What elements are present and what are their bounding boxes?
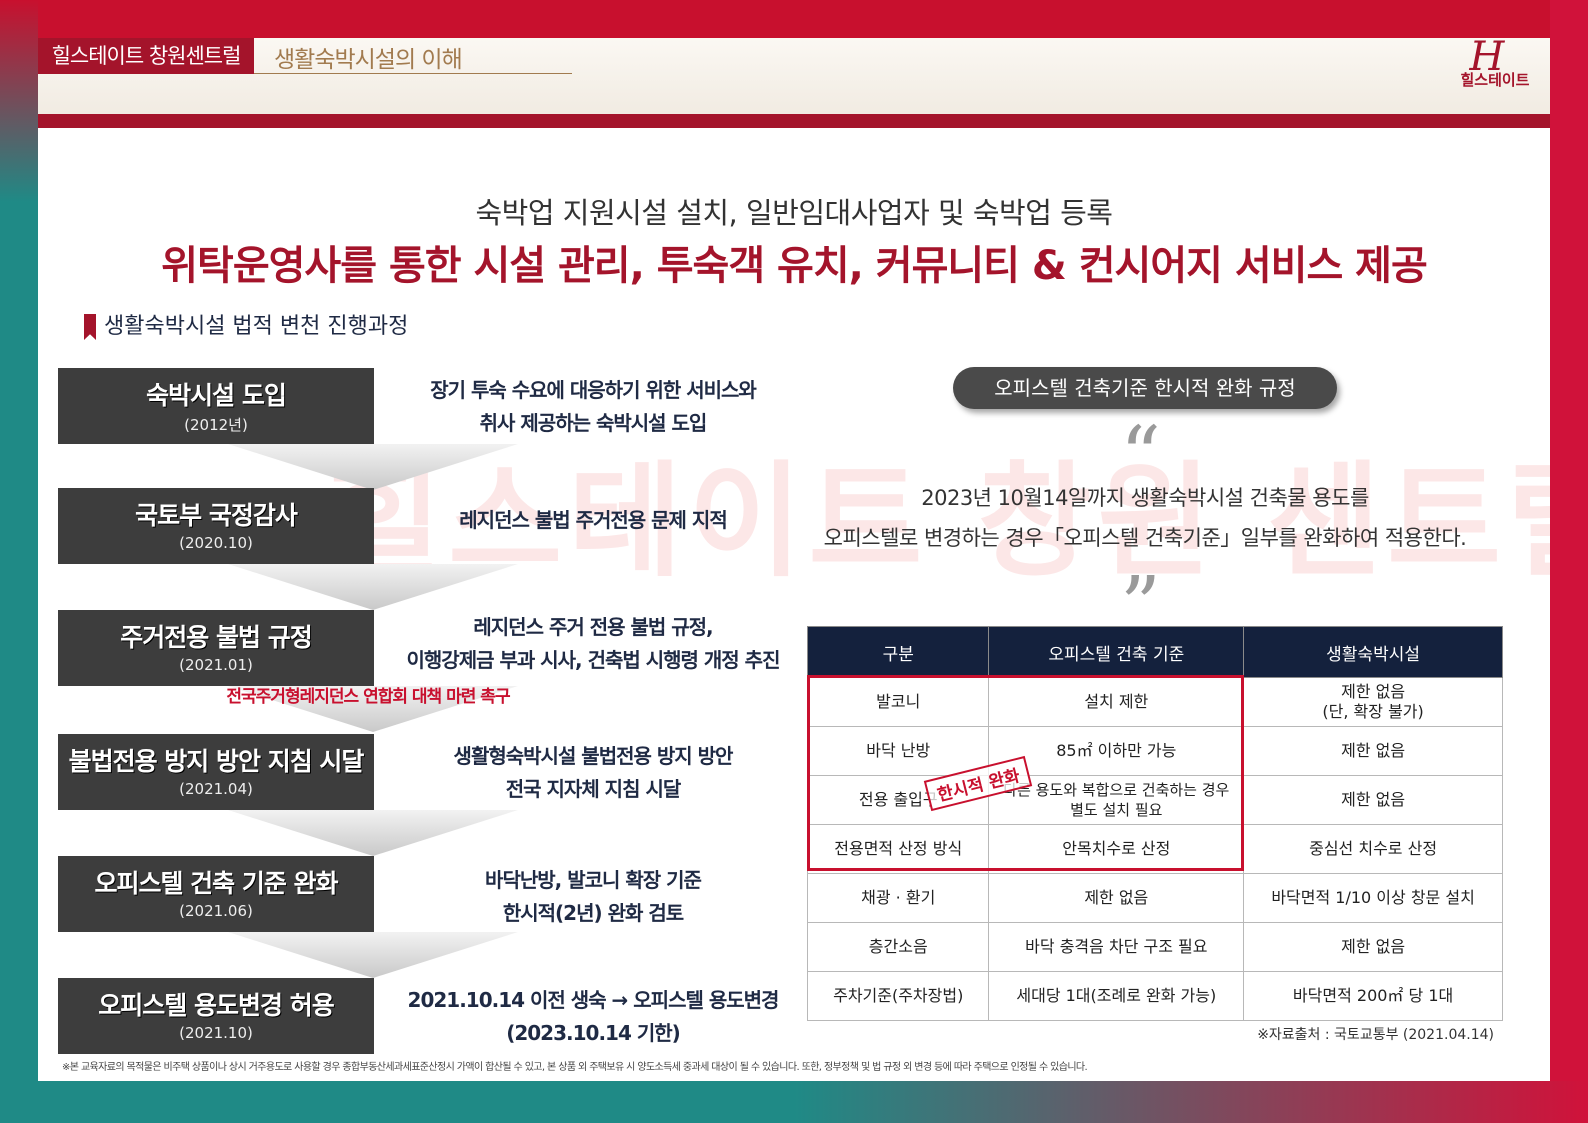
cell-line: 제한 없음	[1341, 682, 1406, 701]
source-note: ※자료출처 : 국토교통부 (2021.04.14)	[1257, 1027, 1494, 1043]
step-date: (2020.10)	[179, 534, 253, 552]
timeline-step: 불법전용 방지 방안 지침 시달 (2021.04)	[58, 734, 374, 810]
table-row: 바닥 난방 85㎡ 이하만 가능 제한 없음	[806, 726, 1503, 776]
brand-tab: 힐스테이트 창원센트럴	[38, 38, 254, 74]
table-row: 층간소음 바닥 충격음 차단 구조 필요 제한 없음	[806, 922, 1503, 972]
step-desc-line: 레지던스 주거 전용 불법 규정,	[473, 615, 713, 639]
step-description: 레지던스 주거 전용 불법 규정, 이행강제금 부과 시사, 건축법 시행령 개…	[388, 611, 798, 677]
table-cell: 바닥면적 200㎡ 당 1대	[1243, 971, 1503, 1021]
step-desc-line: 장기 투숙 수요에 대응하기 위한 서비스와	[430, 378, 757, 402]
table-row: 채광 · 환기 제한 없음 바닥면적 1/10 이상 창문 설치	[806, 873, 1503, 923]
regulation-quote: 2023년 10월14일까지 생활숙박시설 건축물 용도를 오피스텔로 변경하는…	[790, 478, 1500, 558]
step-date: (2021.10)	[179, 1024, 253, 1042]
table-cell: 제한 없음	[988, 873, 1245, 923]
table-cell: 제한 없음 (단, 확장 불가)	[1243, 677, 1503, 727]
timeline-step: 오피스텔 건축 기준 완화 (2021.06)	[58, 856, 374, 932]
step-desc-line: 한시적(2년) 완화 검토	[502, 901, 684, 925]
table-cell: 채광 · 환기	[806, 873, 990, 923]
step-desc-line: 전국 지자체 지침 시달	[505, 777, 682, 801]
timeline-step: 숙박시설 도입 (2012년)	[58, 368, 374, 444]
table-row: 전용 출입구 다른 용도와 복합으로 건축하는 경우 별도 설치 필요 제한 없음	[806, 775, 1503, 825]
header-divider-bar	[38, 114, 1550, 128]
down-arrow-icon	[228, 810, 518, 856]
table-cell: 제한 없음	[1243, 922, 1503, 972]
legal-section-title: 생활숙박시설 법적 변천 진행과정	[84, 308, 408, 340]
step-description: 바닥난방, 발코니 확장 기준 한시적(2년) 완화 검토	[388, 864, 798, 930]
table-cell: 층간소음	[806, 922, 990, 972]
step-title: 불법전용 방지 방안 지침 시달	[68, 747, 365, 776]
timeline-step: 국토부 국정감사 (2020.10)	[58, 488, 374, 564]
comparison-table: 구분 오피스텔 건축 기준 생활숙박시설 발코니 설치 제한 제한 없음 (단, …	[806, 626, 1503, 1021]
table-cell: 중심선 치수로 산정	[1243, 824, 1503, 874]
quote-line: 2023년 10월14일까지 생활숙박시설 건축물 용도를	[921, 486, 1369, 510]
down-arrow-icon	[228, 564, 518, 610]
footnote: ※본 교육자료의 목적물은 비주택 상품이나 상시 거주용도로 사용할 경우 종…	[62, 1062, 1088, 1073]
cell-line: (단, 확장 불가)	[1322, 702, 1424, 721]
section-title: 생활숙박시설의 이해	[274, 47, 463, 73]
step-title: 주거전용 불법 규정	[120, 623, 312, 652]
slide-page: 힐스테이트 창원센트럴 생활숙박시설의 이해 H 힐스테이트 힐스테이트 창원 …	[38, 38, 1550, 1081]
table-cell: 세대당 1대(조례로 완화 가능)	[988, 971, 1245, 1021]
timeline-step: 오피스텔 용도변경 허용 (2021.10)	[58, 978, 374, 1054]
timeline-step: 주거전용 불법 규정 (2021.01)	[58, 610, 374, 686]
step-desc-line: 취사 제공하는 숙박시설 도입	[479, 411, 708, 435]
slide-header: 힐스테이트 창원센트럴 생활숙박시설의 이해 H 힐스테이트	[38, 38, 1550, 114]
table-cell: 발코니	[806, 677, 990, 727]
frame-left	[0, 0, 38, 1123]
step-description: 레지던스 불법 주거전용 문제 지적	[388, 504, 798, 537]
step-title: 국토부 국정감사	[135, 501, 298, 530]
frame-top	[0, 0, 1588, 40]
bookmark-icon	[84, 314, 96, 340]
legal-section-label: 생활숙박시설 법적 변천 진행과정	[104, 314, 409, 339]
step-date: (2012년)	[184, 416, 248, 434]
down-arrow-icon	[228, 444, 518, 490]
step-date: (2021.04)	[179, 780, 253, 798]
table-row: 전용면적 산정 방식 안목치수로 산정 중심선 치수로 산정	[806, 824, 1503, 874]
step-desc-line: (2023.10.14 기한)	[506, 1021, 681, 1045]
step-desc-line: 바닥난방, 발코니 확장 기준	[485, 868, 702, 892]
step-description: 생활형숙박시설 불법전용 방지 방안 전국 지자체 지침 시달	[388, 740, 798, 806]
table-header-cell: 오피스텔 건축 기준	[988, 626, 1245, 678]
step-desc-line: 2021.10.14 이전 생숙 → 오피스텔 용도변경	[407, 988, 780, 1012]
table-cell: 전용면적 산정 방식	[806, 824, 990, 874]
table-cell: 제한 없음	[1243, 775, 1503, 825]
timeline-red-note: 전국주거형레지던스 연합회 대책 마련 촉구	[226, 687, 510, 707]
table-cell: 바닥면적 1/10 이상 창문 설치	[1243, 873, 1503, 923]
step-desc-line: 생활형숙박시설 불법전용 방지 방안	[453, 744, 734, 768]
frame-right	[1550, 0, 1588, 1123]
step-description: 장기 투숙 수요에 대응하기 위한 서비스와 취사 제공하는 숙박시설 도입	[388, 374, 798, 440]
step-title: 숙박시설 도입	[146, 381, 287, 410]
frame-bottom	[0, 1081, 1588, 1123]
table-cell: 바닥 난방	[806, 726, 990, 776]
table-row: 발코니 설치 제한 제한 없음 (단, 확장 불가)	[806, 677, 1503, 727]
step-desc-line: 이행강제금 부과 시사, 건축법 시행령 개정 추진	[406, 648, 781, 672]
table-cell: 안목치수로 산정	[988, 824, 1245, 874]
table-header-cell: 구분	[806, 626, 990, 678]
section-underline	[254, 73, 572, 74]
step-title: 오피스텔 용도변경 허용	[98, 991, 334, 1020]
table-row: 주차기준(주차장법) 세대당 1대(조례로 완화 가능) 바닥면적 200㎡ 당…	[806, 971, 1503, 1021]
table-header-row: 구분 오피스텔 건축 기준 생활숙박시설	[806, 626, 1503, 678]
step-title: 오피스텔 건축 기준 완화	[94, 869, 338, 898]
step-date: (2021.01)	[179, 656, 253, 674]
regulation-pill: 오피스텔 건축기준 한시적 완화 규정	[953, 367, 1337, 409]
step-desc-line: 레지던스 불법 주거전용 문제 지적	[459, 508, 727, 532]
table-cell: 주차기준(주차장법)	[806, 971, 990, 1021]
step-date: (2021.06)	[179, 902, 253, 920]
logo-text: 힐스테이트	[1460, 71, 1530, 89]
quote-line: 오피스텔로 변경하는 경우「오피스텔 건축기준」일부를 완화하여 적용한다.	[823, 526, 1467, 550]
table-cell: 바닥 충격음 차단 구조 필요	[988, 922, 1245, 972]
table-cell: 제한 없음	[1243, 726, 1503, 776]
down-arrow-icon	[228, 932, 518, 978]
table-cell: 설치 제한	[988, 677, 1245, 727]
table-header-cell: 생활숙박시설	[1243, 626, 1503, 678]
sub-heading: 숙박업 지원시설 설치, 일반임대사업자 및 숙박업 등록	[475, 196, 1114, 230]
step-description: 2021.10.14 이전 생숙 → 오피스텔 용도변경 (2023.10.14…	[378, 984, 808, 1050]
main-heading: 위탁운영사를 통한 시설 관리, 투숙객 유치, 커뮤니티 & 컨시어지 서비스…	[161, 243, 1428, 289]
cell-line: 별도 설치 필요	[1070, 801, 1163, 819]
